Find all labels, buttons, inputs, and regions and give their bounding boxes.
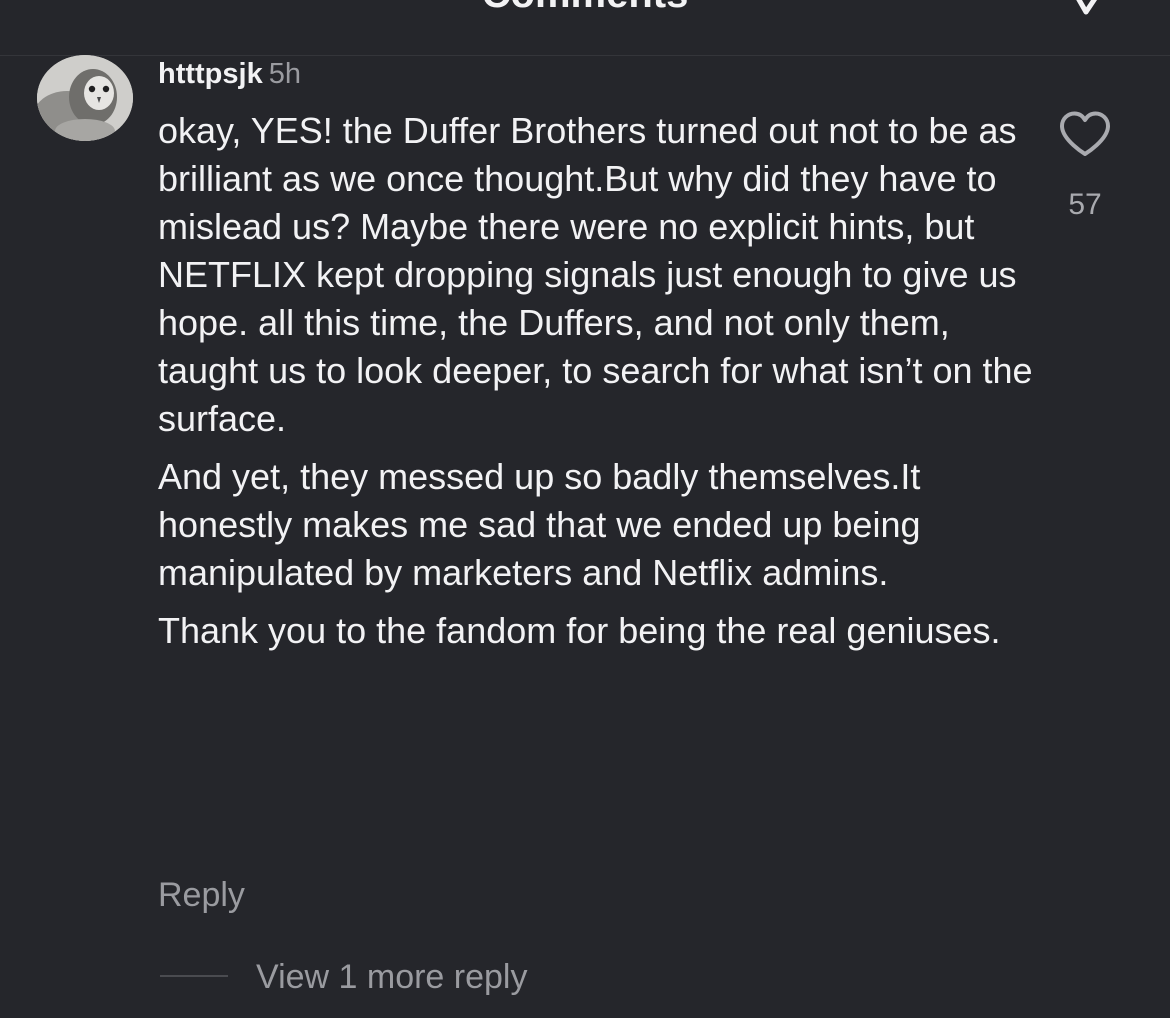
header-title: Comments [0, 0, 1170, 14]
comment-paragraph: okay, YES! the Duffer Brothers turned ou… [158, 110, 1033, 439]
username[interactable]: htttpsjk [158, 58, 263, 90]
comment-paragraph: And yet, they messed up so badly themsel… [158, 456, 921, 593]
reply-button[interactable]: Reply [158, 874, 245, 916]
comment-body: okay, YES! the Duffer Brothers turned ou… [158, 107, 1038, 665]
replies-divider [160, 975, 228, 977]
check-icon[interactable] [1062, 0, 1112, 22]
comment-paragraph: Thank you to the fandom for being the re… [158, 610, 1001, 651]
timestamp: 5h [268, 58, 301, 90]
like-count: 57 [1068, 188, 1102, 221]
comments-header: Comments [0, 0, 1170, 56]
comment-meta: htttpsjk 5h [158, 56, 301, 92]
heart-outline-icon[interactable] [1058, 110, 1112, 158]
avatar[interactable] [37, 55, 133, 141]
view-more-replies-button[interactable]: View 1 more reply [256, 956, 528, 998]
owl-avatar-icon [37, 55, 133, 141]
